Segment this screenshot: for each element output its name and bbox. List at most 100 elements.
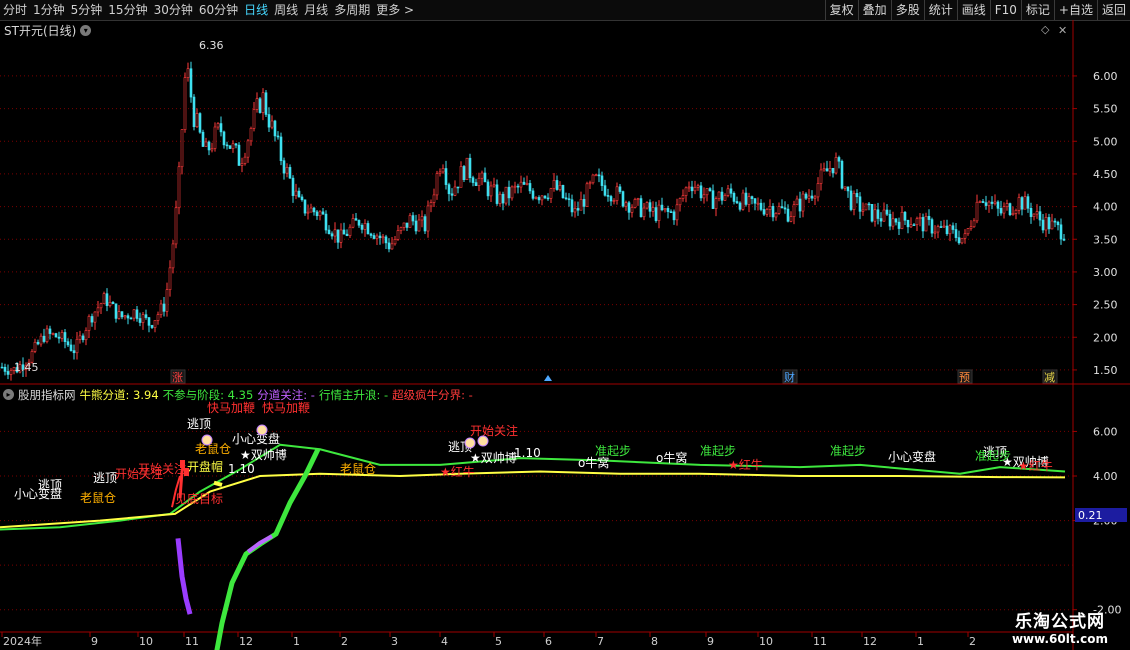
- candle: [1032, 213, 1036, 221]
- signal-bar: [180, 460, 185, 468]
- candle: [93, 311, 97, 330]
- candle: [981, 198, 985, 204]
- candle: [708, 187, 712, 192]
- candle: [303, 199, 307, 216]
- candle: [753, 198, 757, 211]
- candle: [432, 188, 436, 208]
- price-chart[interactable]: 6.00 5.50 5.00 4.50 4.00 3.50 3.00 2.50 2.00 1.50…: [0, 0, 1130, 650]
- candle: [978, 200, 982, 204]
- candle: [168, 260, 172, 297]
- candle: [624, 200, 628, 211]
- candle: [408, 213, 412, 228]
- candle: [858, 192, 862, 220]
- candle: [618, 184, 622, 194]
- signal-annotation: 小心变盘: [232, 431, 280, 446]
- candle: [969, 220, 973, 231]
- candle: [885, 204, 889, 216]
- candle: [765, 207, 769, 217]
- candle: [204, 137, 208, 147]
- candle: [843, 186, 847, 191]
- candle: [156, 311, 160, 325]
- candle: [222, 130, 226, 149]
- time-tick-label: 4: [441, 635, 448, 648]
- time-tick-label: 10: [139, 635, 153, 648]
- candle: [153, 320, 157, 333]
- candle: [33, 338, 37, 354]
- candle: [744, 187, 748, 207]
- candle: [648, 199, 652, 218]
- candle: [873, 203, 877, 227]
- candle: [567, 193, 571, 207]
- candle: [861, 202, 865, 216]
- candle: [1023, 191, 1027, 210]
- close-icon[interactable]: ✕: [1058, 24, 1067, 37]
- candle: [672, 209, 676, 225]
- candle: [516, 183, 520, 194]
- diamond-icon[interactable]: ◇: [1041, 23, 1050, 36]
- candle: [723, 193, 727, 201]
- candle: [405, 222, 409, 231]
- candle: [534, 196, 538, 200]
- candle: [270, 115, 274, 130]
- signal-dot-icon: [256, 424, 268, 436]
- candle: [729, 183, 733, 198]
- candle: [261, 88, 265, 121]
- candle: [675, 198, 679, 226]
- candle: [63, 329, 67, 349]
- candle: [939, 220, 943, 228]
- candle: [150, 324, 154, 330]
- candle: [3, 363, 7, 376]
- candle: [120, 311, 124, 320]
- indicator-settings-icon[interactable]: ▸: [3, 389, 14, 400]
- signal-annotation: ★双帅博: [240, 447, 287, 462]
- candle: [540, 195, 544, 206]
- signal-annotation: 准起步: [595, 444, 631, 458]
- signal-annotation: 1.10: [228, 462, 255, 476]
- candle: [474, 178, 478, 186]
- candle: [342, 222, 346, 235]
- candle: [429, 199, 433, 213]
- candle: [69, 339, 73, 352]
- candle: [501, 191, 505, 211]
- candle: [654, 201, 658, 223]
- candle: [492, 177, 496, 188]
- candle: [480, 170, 484, 186]
- price-tick-label: 5.00: [1093, 135, 1118, 148]
- candle: [612, 198, 616, 205]
- watermark-title: 乐淘公式网: [1014, 612, 1105, 632]
- candle: [495, 179, 499, 206]
- candle: [1029, 202, 1033, 224]
- signal-annotation: 老鼠仓: [340, 462, 376, 476]
- event-triangle-icon[interactable]: [544, 375, 552, 381]
- candle: [702, 187, 706, 204]
- candle: [477, 172, 481, 192]
- candle: [663, 208, 667, 213]
- candle: [822, 162, 826, 172]
- candle: [42, 328, 46, 344]
- candle: [906, 219, 910, 234]
- candle: [507, 180, 511, 206]
- time-tick-label: 7: [597, 635, 604, 648]
- candle: [933, 225, 937, 239]
- event-marker-text: 涨: [172, 371, 183, 384]
- candle: [603, 179, 607, 197]
- candle: [777, 202, 781, 215]
- candle: [714, 196, 718, 217]
- candle: [876, 202, 880, 225]
- candle: [741, 189, 745, 211]
- candle: [99, 302, 103, 315]
- candle: [255, 92, 259, 113]
- candle: [1002, 202, 1006, 219]
- candle: [186, 62, 190, 82]
- candle: [147, 316, 151, 333]
- candle: [522, 177, 526, 185]
- candle: [348, 224, 352, 239]
- candle: [519, 175, 523, 193]
- candle: [1062, 234, 1066, 242]
- time-tick-label: 11: [813, 635, 827, 648]
- candle: [1050, 213, 1054, 230]
- candle: [528, 179, 532, 194]
- candle: [1059, 218, 1063, 245]
- signal-annotation: 见底目标: [175, 491, 223, 506]
- candle: [984, 195, 988, 210]
